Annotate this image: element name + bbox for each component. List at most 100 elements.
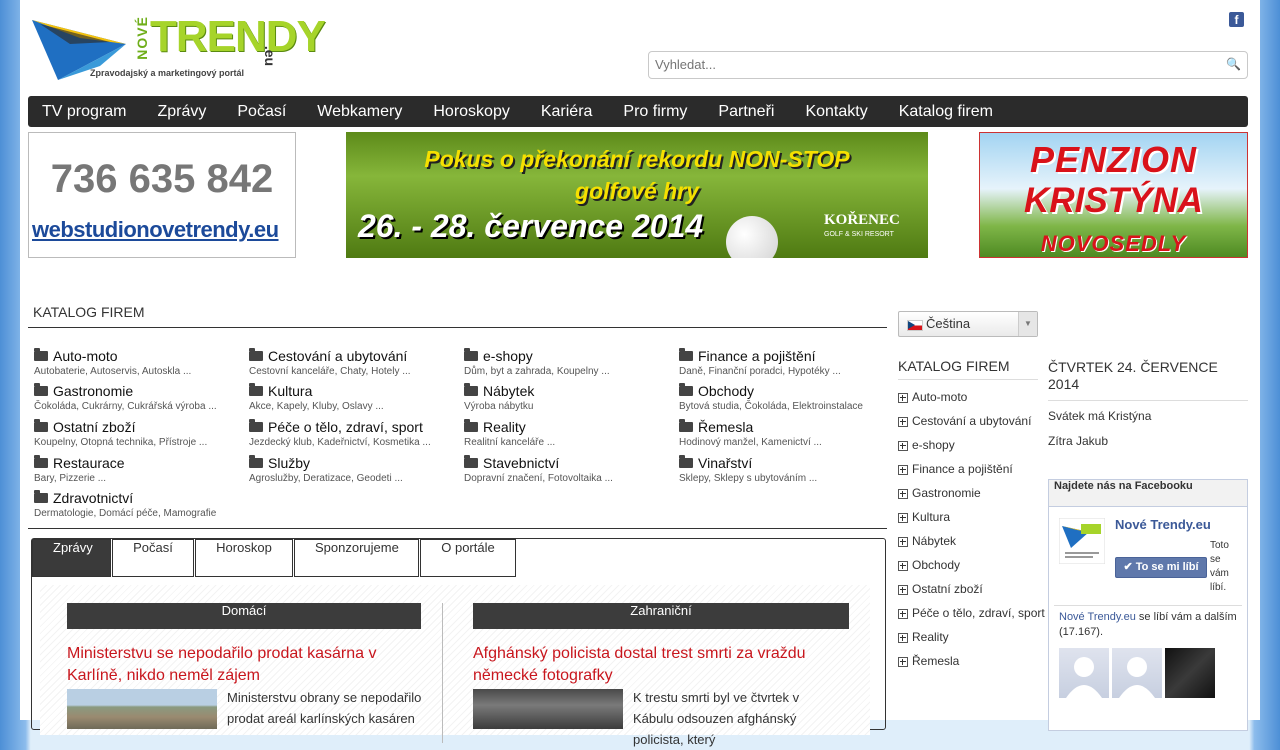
site-logo[interactable]: NOVÉ TRENDY .eu Zpravodajský a marketing… xyxy=(30,12,326,84)
catalog-item-sub[interactable]: Akce, Kapely, Kluby, Oslavy ... xyxy=(249,401,459,412)
sidebar-item-reality[interactable]: Reality xyxy=(898,630,1048,645)
news-domestic-header[interactable]: Domácí xyxy=(67,603,421,629)
catalog-item-title[interactable]: Vinařství xyxy=(698,455,752,471)
catalog-item[interactable]: Kultura Akce, Kapely, Kluby, Oslavy ... xyxy=(249,383,459,412)
catalog-item[interactable]: Reality Realitní kanceláře ... xyxy=(464,419,674,448)
catalog-item-sub[interactable]: Cestovní kanceláře, Chaty, Hotely ... xyxy=(249,366,459,377)
fan-avatar[interactable] xyxy=(1112,648,1162,698)
catalog-item-title[interactable]: Ostatní zboží xyxy=(53,419,135,435)
sidebar-item-ostatni-zbozi[interactable]: Ostatní zboží xyxy=(898,582,1048,597)
expand-icon[interactable] xyxy=(898,537,908,547)
catalog-item-sub[interactable]: Daně, Finanční poradci, Hypotéky ... xyxy=(679,366,889,377)
language-select[interactable]: Čeština ▼ xyxy=(898,311,1038,337)
nav-partneri[interactable]: Partneři xyxy=(710,96,782,127)
catalog-item[interactable]: Restaurace Bary, Pizzerie ... xyxy=(34,455,244,484)
tab-sponzorujeme[interactable]: Sponzorujeme xyxy=(294,539,419,577)
tab-o-portale[interactable]: O portále xyxy=(420,539,516,577)
catalog-item-title[interactable]: Auto-moto xyxy=(53,348,118,364)
tab-zpravy[interactable]: Zprávy xyxy=(32,539,111,577)
nav-webkamery[interactable]: Webkamery xyxy=(309,96,410,127)
catalog-item-title[interactable]: e-shopy xyxy=(483,348,533,364)
catalog-item[interactable]: Zdravotnictví Dermatologie, Domácí péče, … xyxy=(34,490,244,519)
catalog-item[interactable]: Stavebnictví Dopravní značení, Fotovoltai… xyxy=(464,455,674,484)
expand-icon[interactable] xyxy=(898,393,908,403)
catalog-item[interactable]: Gastronomie Čokoláda, Cukrárny, Cukrářská… xyxy=(34,383,244,412)
banner-penzion[interactable]: PENZION KRISTÝNA NOVOSEDLY xyxy=(979,132,1248,258)
facebook-count-page-link[interactable]: Nové Trendy.eu xyxy=(1059,611,1136,623)
catalog-item-sub[interactable]: Dermatologie, Domácí péče, Mamografie xyxy=(34,508,244,519)
expand-icon[interactable] xyxy=(898,609,908,619)
catalog-item[interactable]: Finance a pojištění Daně, Finanční poradc… xyxy=(679,348,889,377)
catalog-item[interactable]: Nábytek Výroba nábytku xyxy=(464,383,674,412)
fan-avatar[interactable] xyxy=(1059,648,1109,698)
catalog-item[interactable]: Cestování a ubytování Cestovní kanceláře,… xyxy=(249,348,459,377)
search-input[interactable] xyxy=(649,52,1221,76)
catalog-item[interactable]: Auto-moto Autobaterie, Autoservis, Autosk… xyxy=(34,348,244,377)
catalog-item-sub[interactable]: Výroba nábytku xyxy=(464,401,674,412)
sidebar-item-pece-o-telo[interactable]: Péče o tělo, zdraví, sport xyxy=(898,606,1048,621)
sidebar-item-kultura[interactable]: Kultura xyxy=(898,510,1048,525)
news-domestic-thumbnail[interactable] xyxy=(67,689,217,729)
catalog-item[interactable]: Péče o tělo, zdraví, sport Jezdecký klub,… xyxy=(249,419,459,448)
news-foreign-header[interactable]: Zahraniční xyxy=(473,603,849,629)
catalog-item[interactable]: e-shopy Dům, byt a zahrada, Koupelny ... xyxy=(464,348,674,377)
news-foreign-thumbnail[interactable] xyxy=(473,689,623,729)
expand-icon[interactable] xyxy=(898,489,908,499)
catalog-item-sub[interactable]: Bary, Pizzerie ... xyxy=(34,473,244,484)
catalog-item-title[interactable]: Zdravotnictví xyxy=(53,490,133,506)
sidebar-item-remesla[interactable]: Řemesla xyxy=(898,654,1048,669)
catalog-item[interactable]: Vinařství Sklepy, Sklepy s ubytováním ... xyxy=(679,455,889,484)
facebook-page-logo[interactable] xyxy=(1058,517,1106,565)
facebook-page-name[interactable]: Nové Trendy.eu xyxy=(1115,517,1211,532)
catalog-item-title[interactable]: Restaurace xyxy=(53,455,125,471)
catalog-item-sub[interactable]: Koupelny, Otopná technika, Přístroje ... xyxy=(34,437,244,448)
nav-katalog-firem[interactable]: Katalog firem xyxy=(891,96,1001,127)
nav-pro-firmy[interactable]: Pro firmy xyxy=(615,96,695,127)
nav-tv-program[interactable]: TV program xyxy=(34,96,134,127)
catalog-item-sub[interactable]: Jezdecký klub, Kadeřnictví, Kosmetika ..… xyxy=(249,437,459,448)
sidebar-item-auto-moto[interactable]: Auto-moto xyxy=(898,390,1048,405)
sidebar-item-finance[interactable]: Finance a pojištění xyxy=(898,462,1048,477)
expand-icon[interactable] xyxy=(898,417,908,427)
catalog-item-sub[interactable]: Agroslužby, Deratizace, Geodeti ... xyxy=(249,473,459,484)
chevron-down-icon[interactable]: ▼ xyxy=(1018,312,1037,336)
catalog-item[interactable]: Obchody Bytová studia, Čokoláda, Elektroi… xyxy=(679,383,889,412)
expand-icon[interactable] xyxy=(898,441,908,451)
expand-icon[interactable] xyxy=(898,513,908,523)
catalog-item-title[interactable]: Služby xyxy=(268,455,310,471)
facebook-icon[interactable]: f xyxy=(1229,12,1244,27)
sidebar-item-obchody[interactable]: Obchody xyxy=(898,558,1048,573)
sidebar-item-cestovani[interactable]: Cestování a ubytování xyxy=(898,414,1048,429)
expand-icon[interactable] xyxy=(898,657,908,667)
expand-icon[interactable] xyxy=(898,633,908,643)
fan-avatar[interactable] xyxy=(1165,648,1215,698)
catalog-item-title[interactable]: Nábytek xyxy=(483,383,534,399)
banner-golf[interactable]: Pokus o překonání rekordu NON-STOP golfo… xyxy=(346,132,928,258)
catalog-item[interactable]: Ostatní zboží Koupelny, Otopná technika, … xyxy=(34,419,244,448)
sidebar-item-gastronomie[interactable]: Gastronomie xyxy=(898,486,1048,501)
catalog-item-title[interactable]: Péče o tělo, zdraví, sport xyxy=(268,419,423,435)
catalog-item-title[interactable]: Kultura xyxy=(268,383,312,399)
catalog-item-sub[interactable]: Čokoláda, Cukrárny, Cukrářská výroba ... xyxy=(34,401,244,412)
news-foreign-headline[interactable]: Afghánský policista dostal trest smrti z… xyxy=(473,643,849,687)
nav-kariera[interactable]: Kariéra xyxy=(533,96,601,127)
tab-horoskop[interactable]: Horoskop xyxy=(195,539,293,577)
news-domestic-headline[interactable]: Ministerstvu se nepodařilo prodat kasárn… xyxy=(67,643,421,687)
catalog-item-sub[interactable]: Dopravní značení, Fotovoltaika ... xyxy=(464,473,674,484)
catalog-item-sub[interactable]: Bytová studia, Čokoláda, Elektroinstalac… xyxy=(679,401,889,412)
catalog-item-sub[interactable]: Realitní kanceláře ... xyxy=(464,437,674,448)
catalog-item-sub[interactable]: Autobaterie, Autoservis, Autoskla ... xyxy=(34,366,244,377)
expand-icon[interactable] xyxy=(898,585,908,595)
sidebar-item-nabytek[interactable]: Nábytek xyxy=(898,534,1048,549)
catalog-item-sub[interactable]: Dům, byt a zahrada, Koupelny ... xyxy=(464,366,674,377)
expand-icon[interactable] xyxy=(898,465,908,475)
nav-kontakty[interactable]: Kontakty xyxy=(797,96,875,127)
search-icon[interactable]: 🔍 xyxy=(1226,57,1241,71)
nav-pocasi[interactable]: Počasí xyxy=(229,96,294,127)
catalog-item[interactable]: Služby Agroslužby, Deratizace, Geodeti ..… xyxy=(249,455,459,484)
nav-zpravy[interactable]: Zprávy xyxy=(149,96,214,127)
catalog-item-title[interactable]: Řemesla xyxy=(698,419,753,435)
catalog-item-sub[interactable]: Hodinový manžel, Kamenictví ... xyxy=(679,437,889,448)
tab-pocasi[interactable]: Počasí xyxy=(112,539,194,577)
catalog-item-title[interactable]: Stavebnictví xyxy=(483,455,559,471)
